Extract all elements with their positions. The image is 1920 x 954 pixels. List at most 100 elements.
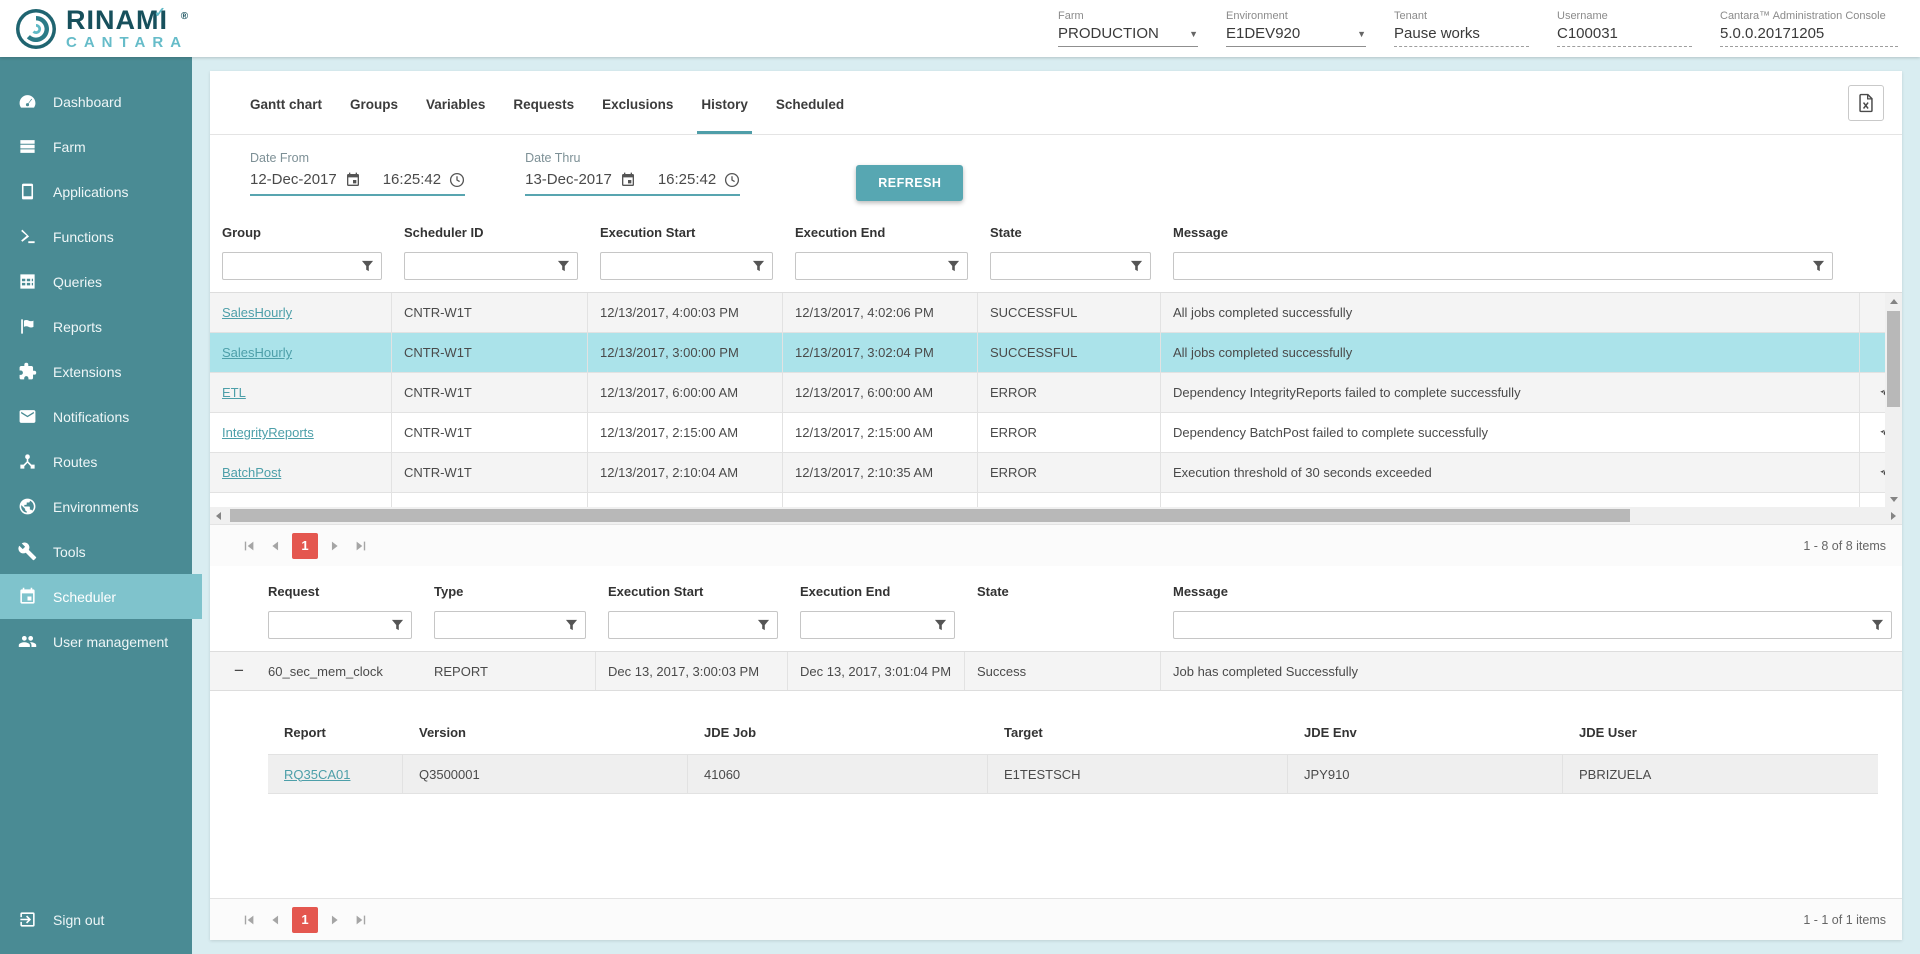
table-row[interactable]: ETL CNTR-W1T 12/13/2017, 6:00:00 AM 12/1… [210, 373, 1902, 413]
column-header-scheduler-id[interactable]: Scheduler ID [392, 215, 588, 248]
column-header-message[interactable]: Message [1161, 215, 1843, 248]
group-link[interactable]: ETL [222, 385, 246, 400]
filter-funnel-icon[interactable] [1130, 260, 1143, 278]
tab-gantt-chart[interactable]: Gantt chart [236, 73, 336, 133]
tab-variables[interactable]: Variables [412, 73, 499, 133]
table-row[interactable]: SalesHourly CNTR-W1T 12/13/2017, 4:00:03… [210, 293, 1902, 333]
sidebar-item-tools[interactable]: Tools [0, 529, 192, 574]
filter-funnel-icon[interactable] [391, 619, 404, 637]
tab-groups[interactable]: Groups [336, 73, 412, 133]
next-page-button[interactable] [322, 907, 348, 933]
tab-requests[interactable]: Requests [499, 73, 588, 133]
first-page-button[interactable] [236, 533, 262, 559]
filter-funnel-icon[interactable] [934, 619, 947, 637]
state-filter-input[interactable] [990, 252, 1151, 280]
column-header-execution-start[interactable]: Execution Start [588, 215, 783, 248]
scroll-up-arrow[interactable] [1885, 293, 1902, 309]
calendar-picker-icon[interactable] [620, 172, 636, 188]
next-page-button[interactable] [322, 533, 348, 559]
group-link[interactable]: IntegrityReports [222, 425, 314, 440]
last-page-button[interactable] [348, 533, 374, 559]
sidebar-item-dashboard[interactable]: Dashboard [0, 79, 192, 124]
sidebar-item-routes[interactable]: Routes [0, 439, 192, 484]
chevron-down-icon[interactable]: ▼ [1189, 29, 1198, 39]
date-from-input[interactable]: 12-Dec-2017 16:25:42 [250, 171, 465, 196]
filter-funnel-icon[interactable] [947, 260, 960, 278]
tab-exclusions[interactable]: Exclusions [588, 73, 687, 133]
calendar-picker-icon[interactable] [345, 172, 361, 188]
tab-history[interactable]: History [687, 73, 762, 133]
table-row-clipped[interactable]: Manufacturing accounting CNTR-W1T 12/13/… [210, 493, 1902, 507]
execution-start-filter-input[interactable] [608, 611, 778, 639]
column-header-state[interactable]: State [978, 215, 1161, 248]
column-header-message[interactable]: Message [1161, 574, 1902, 607]
export-excel-button[interactable] [1848, 85, 1884, 121]
sidebar-item-applications[interactable]: Applications [0, 169, 192, 214]
horizontal-scrollbar[interactable] [210, 507, 1902, 524]
column-header-type[interactable]: Type [422, 574, 596, 607]
table-row-selected[interactable]: SalesHourly CNTR-W1T 12/13/2017, 3:00:00… [210, 333, 1902, 373]
date-from-date-value[interactable]: 12-Dec-2017 [250, 171, 337, 188]
collapse-row-button[interactable]: − [222, 661, 256, 681]
table-row[interactable]: IntegrityReports CNTR-W1T 12/13/2017, 2:… [210, 413, 1902, 453]
sidebar-item-reports[interactable]: Reports [0, 304, 192, 349]
execution-start-filter-input[interactable] [600, 252, 773, 280]
clock-picker-icon[interactable] [449, 172, 465, 188]
scroll-down-arrow[interactable] [1885, 491, 1902, 507]
first-page-button[interactable] [236, 907, 262, 933]
filter-funnel-icon[interactable] [752, 260, 765, 278]
group-link[interactable]: SalesHourly [222, 305, 292, 320]
sidebar-item-notifications[interactable]: Notifications [0, 394, 192, 439]
filter-funnel-icon[interactable] [361, 260, 374, 278]
sidebar-item-queries[interactable]: Queries [0, 259, 192, 304]
time-from-value[interactable]: 16:25:42 [383, 171, 441, 188]
time-thru-value[interactable]: 16:25:42 [658, 171, 716, 188]
filter-funnel-icon[interactable] [1871, 619, 1884, 637]
sidebar-item-user-management[interactable]: User management [0, 619, 192, 664]
sidebar-item-environments[interactable]: Environments [0, 484, 192, 529]
group-filter-input[interactable] [222, 252, 382, 280]
request-filter-input[interactable] [268, 611, 412, 639]
request-row-expanded[interactable]: − 60_sec_mem_clock REPORT Dec 13, 2017, … [210, 651, 1902, 691]
sidebar-item-sign-out[interactable]: Sign out [0, 897, 192, 942]
sidebar-item-scheduler[interactable]: Scheduler [0, 574, 202, 619]
current-page-button[interactable]: 1 [292, 533, 318, 559]
column-header-execution-end[interactable]: Execution End [783, 215, 978, 248]
column-header-state[interactable]: State [965, 574, 1161, 607]
column-header-execution-start[interactable]: Execution Start [596, 574, 788, 607]
table-row[interactable]: BatchPost CNTR-W1T 12/13/2017, 2:10:04 A… [210, 453, 1902, 493]
filter-funnel-icon[interactable] [565, 619, 578, 637]
chevron-down-icon[interactable]: ▼ [1357, 29, 1366, 39]
filter-funnel-icon[interactable] [757, 619, 770, 637]
farm-select[interactable]: Farm PRODUCTION▼ [1058, 10, 1198, 47]
column-header-request[interactable]: Request [256, 574, 422, 607]
execution-end-filter-input[interactable] [795, 252, 968, 280]
scroll-left-arrow[interactable] [210, 507, 227, 524]
scrollbar-thumb[interactable] [230, 509, 1630, 522]
scheduler-id-filter-input[interactable] [404, 252, 578, 280]
clock-picker-icon[interactable] [724, 172, 740, 188]
sidebar-item-farm[interactable]: Farm [0, 124, 192, 169]
execution-end-filter-input[interactable] [800, 611, 955, 639]
scrollbar-thumb[interactable] [1887, 311, 1900, 407]
filter-funnel-icon[interactable] [1812, 260, 1825, 278]
group-link[interactable]: SalesHourly [222, 345, 292, 360]
type-filter-input[interactable] [434, 611, 586, 639]
filter-funnel-icon[interactable] [557, 260, 570, 278]
report-link[interactable]: RQ35CA01 [284, 767, 350, 782]
current-page-button[interactable]: 1 [292, 907, 318, 933]
column-header-group[interactable]: Group [210, 215, 392, 248]
group-link[interactable]: BatchPost [222, 465, 281, 480]
previous-page-button[interactable] [262, 907, 288, 933]
environment-select[interactable]: Environment E1DEV920▼ [1226, 10, 1366, 47]
sidebar-item-functions[interactable]: Functions [0, 214, 192, 259]
message-filter-input[interactable] [1173, 252, 1833, 280]
sidebar-item-extensions[interactable]: Extensions [0, 349, 192, 394]
refresh-button[interactable]: REFRESH [856, 165, 963, 201]
date-thru-date-value[interactable]: 13-Dec-2017 [525, 171, 612, 188]
last-page-button[interactable] [348, 907, 374, 933]
previous-page-button[interactable] [262, 533, 288, 559]
tab-scheduled[interactable]: Scheduled [762, 73, 858, 133]
scroll-right-arrow[interactable] [1885, 507, 1902, 524]
column-header-execution-end[interactable]: Execution End [788, 574, 965, 607]
